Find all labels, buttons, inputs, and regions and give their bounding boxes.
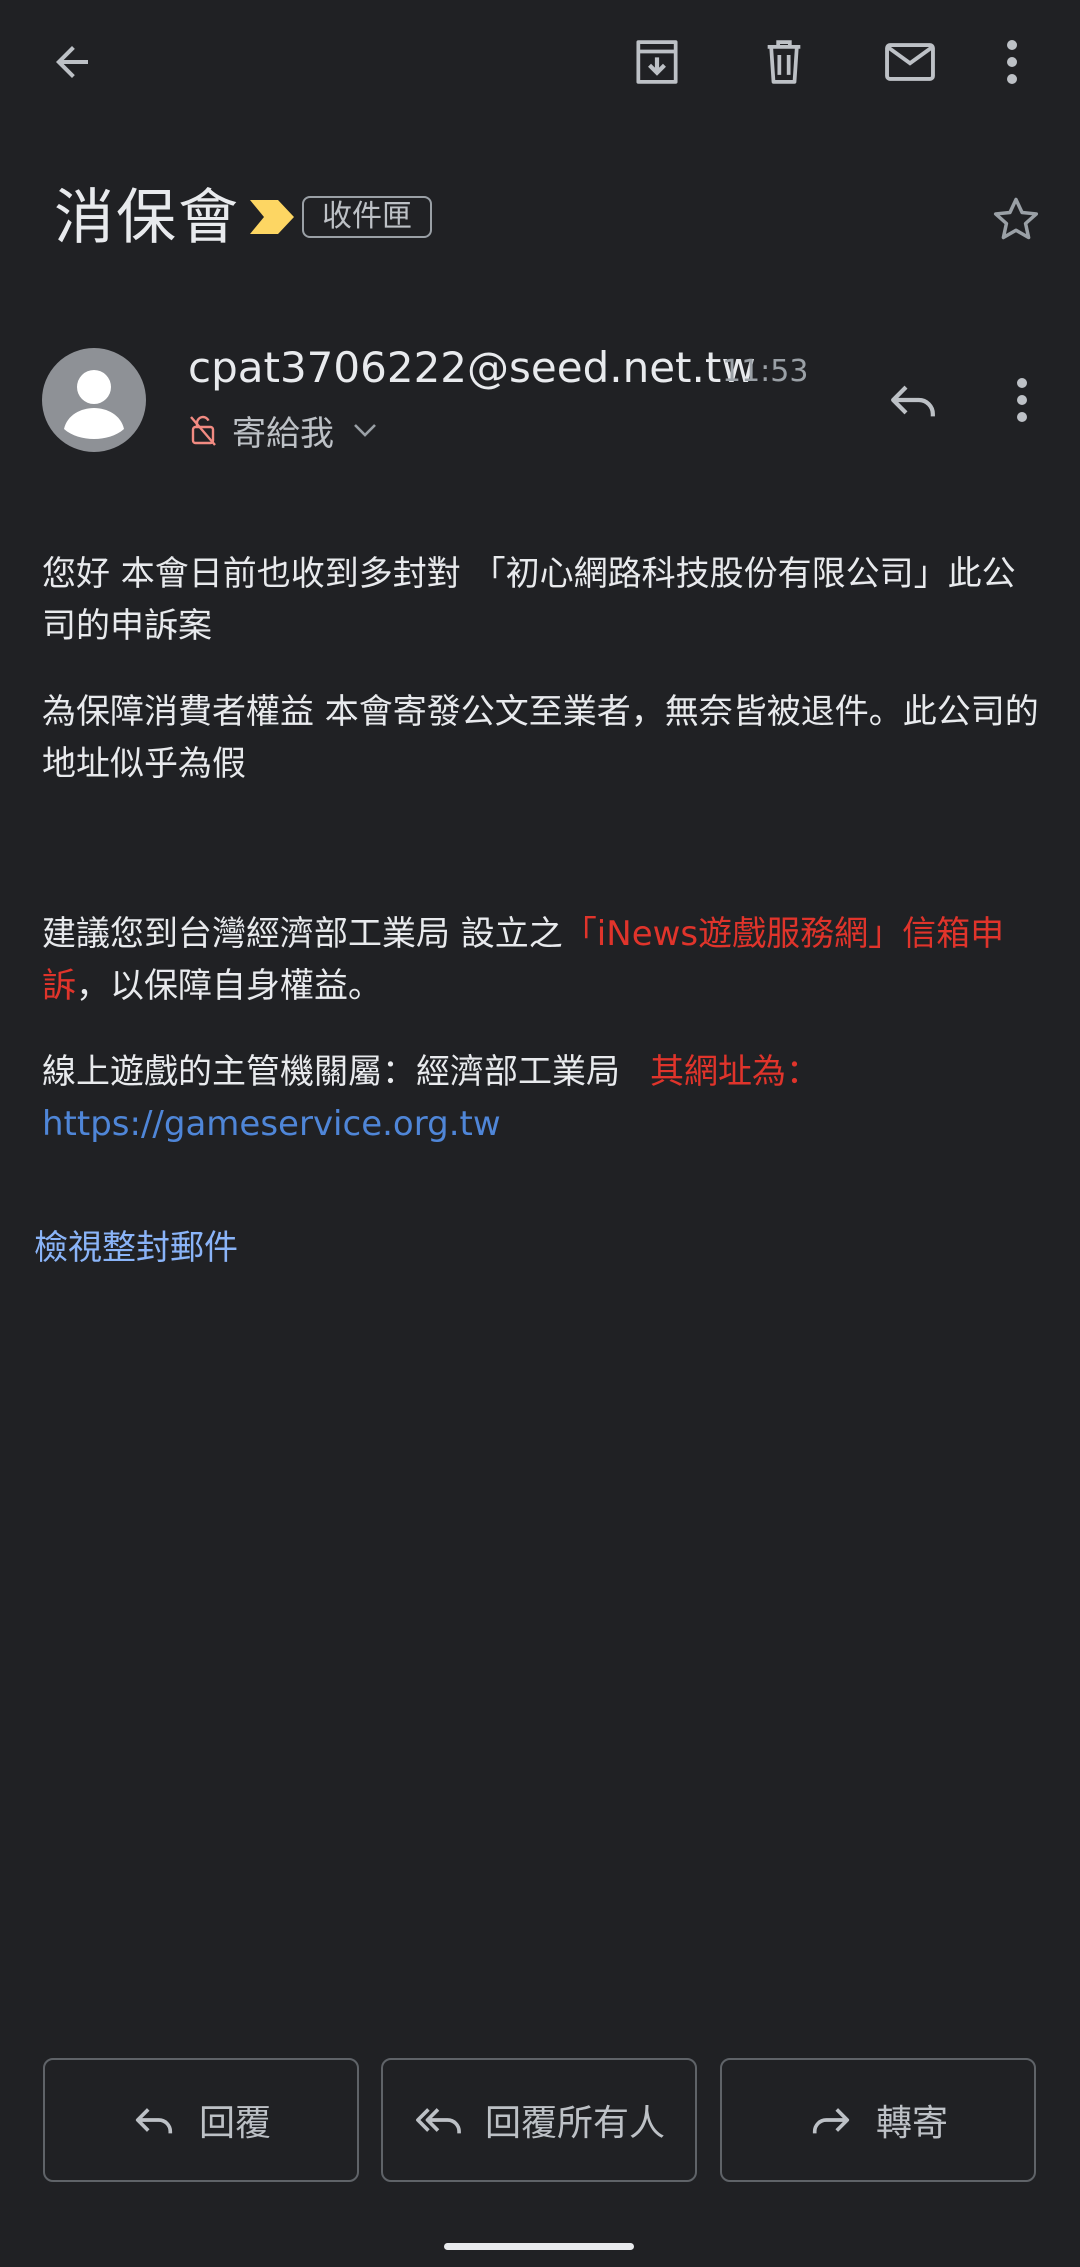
chevron-down-icon bbox=[354, 424, 376, 437]
back-button[interactable] bbox=[30, 20, 114, 104]
reply-icon bbox=[891, 385, 935, 417]
reply-icon bbox=[135, 2108, 173, 2134]
forward-icon bbox=[812, 2108, 850, 2134]
recipient-row[interactable]: 寄給我 bbox=[188, 404, 378, 456]
trash-icon bbox=[767, 40, 801, 84]
mark-unread-button[interactable] bbox=[868, 20, 952, 104]
body-paragraph-4-text: 線上遊戲的主管機關屬：經濟部工業局 bbox=[42, 1052, 620, 1092]
important-marker-icon bbox=[250, 200, 294, 234]
sender-email[interactable]: cpat3706222@seed.net.tw bbox=[188, 340, 756, 396]
reply-button-label: 回覆 bbox=[198, 2103, 271, 2144]
star-icon bbox=[993, 197, 1039, 240]
important-marker[interactable] bbox=[248, 198, 296, 236]
reply-all-button[interactable]: 回覆所有人 bbox=[381, 2058, 697, 2182]
reply-all-icon bbox=[416, 2108, 461, 2134]
forward-button-label: 轉寄 bbox=[875, 2103, 948, 2144]
view-entire-message-link[interactable]: 檢視整封郵件 bbox=[34, 1222, 238, 1274]
email-subject: 消保會 bbox=[54, 183, 240, 253]
reply-button[interactable]: 回覆 bbox=[43, 2058, 359, 2182]
more-vert-icon bbox=[1017, 378, 1027, 422]
body-paragraph-1: 您好 本會日前也收到多封對 「初心網路科技股份有限公司」此公司的申訴案 bbox=[42, 554, 1016, 646]
arrow-back-icon bbox=[56, 46, 88, 78]
top-toolbar bbox=[0, 0, 1080, 130]
body-paragraph-4-highlight: 其網址為： bbox=[650, 1052, 820, 1092]
more-vert-icon bbox=[1007, 40, 1017, 84]
reply-all-button-label: 回覆所有人 bbox=[484, 2103, 665, 2144]
message-more-button[interactable] bbox=[992, 360, 1052, 440]
delete-button[interactable] bbox=[742, 20, 826, 104]
recipient-label: 寄給我 bbox=[232, 413, 334, 454]
body-paragraph-3: 建議您到台灣經濟部工業局 設立之「iNews遊戲服務網」信箱申訴，以保障自身權益… bbox=[42, 908, 1042, 1012]
lock-off-icon bbox=[190, 415, 216, 446]
home-indicator[interactable] bbox=[444, 2243, 634, 2250]
person-icon bbox=[64, 370, 124, 439]
forward-button[interactable]: 轉寄 bbox=[720, 2058, 1036, 2182]
gameservice-link[interactable]: https://gameservice.org.tw bbox=[42, 1104, 501, 1144]
archive-icon bbox=[636, 40, 678, 84]
mail-icon bbox=[885, 43, 935, 81]
star-button[interactable] bbox=[976, 180, 1056, 260]
sender-avatar[interactable] bbox=[42, 348, 146, 452]
more-options-button[interactable] bbox=[982, 20, 1042, 104]
body-paragraph-3-text-b: ，以保障自身權益。 bbox=[76, 966, 382, 1006]
reply-icon-button[interactable] bbox=[870, 360, 956, 440]
body-paragraph-4: 線上遊戲的主管機關屬：經濟部工業局 其網址為： https://gameservic… bbox=[42, 1046, 1042, 1150]
body-paragraph-3-text-a: 建議您到台灣經濟部工業局 設立之 bbox=[42, 914, 563, 954]
archive-button[interactable] bbox=[615, 20, 699, 104]
inbox-label-chip[interactable]: 收件匣 bbox=[302, 196, 432, 238]
received-time: 11:53 bbox=[722, 354, 809, 389]
body-paragraph-2: 為保障消費者權益 本會寄發公文至業者，無奈皆被退件。此公司的地址似乎為假 bbox=[42, 692, 1039, 784]
